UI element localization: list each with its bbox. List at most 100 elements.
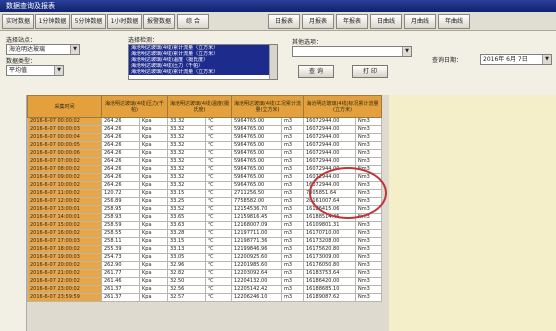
station-select-value: 海沧明达玻璃 — [9, 46, 46, 53]
table-row[interactable]: 2016-6-07 00:00:02 264.26 Kpa 33.32 ℃ 5964765… — [27, 117, 382, 126]
table-cell: 16072944.00 — [303, 149, 356, 158]
table-cell: 264.26 — [101, 141, 140, 150]
table-cell: 261.37 — [101, 293, 140, 302]
chevron-down-icon[interactable]: ▼ — [54, 66, 63, 75]
table-row[interactable]: 2016-6-07 19:00:03 254.73 Kpa 33.05 ℃ 1220092… — [27, 253, 382, 262]
table-row[interactable]: 2016-6-07 23:00:02 261.37 Kpa 32.56 ℃ 1220514… — [27, 285, 382, 294]
chevron-down-icon[interactable]: ▼ — [542, 55, 551, 64]
table-cell: 264.26 — [101, 149, 140, 158]
table-cell: Kpa — [139, 229, 168, 238]
table-cell: ℃ — [205, 237, 232, 246]
table-cell: m3 — [281, 293, 304, 302]
table-cell: 5964765.00 — [231, 133, 282, 142]
table-cell: ℃ — [205, 285, 232, 294]
station-select[interactable]: 海沧明达玻璃 ▼ — [6, 44, 80, 55]
annotation-circle — [309, 167, 387, 219]
table-cell: 32.50 — [167, 277, 206, 286]
tab-monthly-report[interactable]: 月报表 — [302, 14, 334, 29]
table-cell: 5964765.00 — [231, 149, 282, 158]
table-cell: 5964765.00 — [231, 157, 282, 166]
table-row[interactable]: 2016-6-07 16:00:02 258.55 Kpa 33.28 ℃ 1219771… — [27, 229, 382, 238]
table-row[interactable]: 2016-6-07 00:00:04 264.26 Kpa 33.32 ℃ 5964765… — [27, 133, 382, 142]
tab-yearly-report[interactable]: 年报表 — [336, 14, 368, 29]
time-cell: 2016-6-07 23:59:59 — [27, 293, 102, 302]
table-cell: 261.77 — [101, 269, 140, 278]
table-cell: 12168007.09 — [231, 221, 282, 230]
listbox-scrollbar[interactable] — [269, 45, 277, 79]
chevron-down-icon[interactable]: ▼ — [402, 47, 411, 56]
table-cell: 5964765.00 — [231, 173, 282, 182]
table-cell: Kpa — [139, 213, 168, 222]
table-cell: 32.96 — [167, 261, 206, 270]
window-title: 数据查询及报表 — [6, 2, 55, 10]
monitor-listbox[interactable]: 海沧明达玻璃(4线)累计流量（立方米） 海沧明达玻璃(4线)累计流量（立方米） … — [128, 44, 278, 80]
time-cell: 2016-6-07 11:00:02 — [27, 189, 102, 198]
print-button[interactable]: 打 印 — [352, 65, 388, 78]
time-cell: 2016-6-07 21:00:02 — [27, 269, 102, 278]
time-cell: 2016-6-07 22:00:02 — [27, 277, 102, 286]
time-cell: 2016-6-07 08:00:02 — [27, 165, 102, 174]
table-cell: 16183753.64 — [303, 269, 356, 278]
tab-yearly-curve[interactable]: 年曲线 — [438, 14, 470, 29]
time-cell: 2016-6-07 13:00:01 — [27, 205, 102, 214]
tab-1hour[interactable]: 1小时数据 — [107, 14, 142, 29]
table-row[interactable]: 2016-6-07 23:59:59 261.37 Kpa 32.57 ℃ 1220624… — [27, 293, 382, 302]
col-header-standard-flow[interactable]: 海沧明达玻璃(4线)标况累计流量(立方米) — [303, 95, 382, 118]
time-cell: 2016-6-07 18:00:02 — [27, 245, 102, 254]
tab-alarm[interactable]: 报警数据 — [143, 14, 175, 29]
tab-monthly-curve[interactable]: 月曲线 — [404, 14, 436, 29]
col-header-temperature[interactable]: 海沧明达玻璃(4线)温度(摄氏度) — [167, 95, 232, 118]
tab-1min[interactable]: 1分钟数据 — [35, 14, 70, 29]
table-cell: Nm3 — [355, 293, 382, 302]
table-cell: 262.90 — [101, 261, 140, 270]
table-cell: 264.26 — [101, 125, 140, 134]
time-cell: 2016-6-07 19:00:03 — [27, 253, 102, 262]
tab-realtime[interactable]: 实时数据 — [2, 14, 34, 29]
query-button[interactable]: 查 询 — [298, 65, 334, 78]
date-picker[interactable]: 2016年 6月 7日 ▼ — [480, 54, 552, 65]
table-row[interactable]: 2016-6-07 17:00:03 258.11 Kpa 33.15 ℃ 1219877… — [27, 237, 382, 246]
table-row[interactable]: 2016-6-07 00:00:03 264.26 Kpa 33.32 ℃ 5964765… — [27, 125, 382, 134]
table-cell: Kpa — [139, 125, 168, 134]
col-header-time[interactable]: 采集时间 — [27, 95, 102, 118]
table-cell: 33.32 — [167, 149, 206, 158]
col-header-pressure[interactable]: 海沧明达玻璃(4线)压力(千帕) — [101, 95, 168, 118]
list-item[interactable]: 海沧明达玻璃(4线)累计流量（立方米） — [129, 69, 277, 75]
table-row[interactable]: 2016-6-07 18:00:02 255.39 Kpa 33.13 ℃ 1219984… — [27, 245, 382, 254]
tab-summary[interactable]: 综 合 — [177, 14, 209, 29]
table-row[interactable]: 2016-6-07 22:00:02 261.46 Kpa 32.50 ℃ 1220413… — [27, 277, 382, 286]
col-header-working-flow[interactable]: 海沧明达玻璃(4线)工况累计流量(立方米) — [231, 95, 304, 118]
tab-daily-report[interactable]: 日报表 — [268, 14, 300, 29]
tab-5min[interactable]: 5分钟数据 — [71, 14, 106, 29]
table-cell: 33.32 — [167, 173, 206, 182]
table-cell: 16170710.00 — [303, 229, 356, 238]
extra-label: 其他选项： — [292, 39, 323, 46]
time-cell: 2016-6-07 07:00:02 — [27, 157, 102, 166]
table-cell: 33.32 — [167, 157, 206, 166]
table-cell: m3 — [281, 117, 304, 126]
table-cell: m3 — [281, 173, 304, 182]
table-row[interactable]: 2016-6-07 00:00:05 264.26 Kpa 33.32 ℃ 5964765… — [27, 141, 382, 150]
time-cell: 2016-6-07 12:00:02 — [27, 197, 102, 206]
table-cell: 33.63 — [167, 221, 206, 230]
chevron-down-icon[interactable]: ▼ — [70, 45, 79, 54]
table-row[interactable]: 2016-6-07 15:00:02 258.59 Kpa 33.63 ℃ 1216800… — [27, 221, 382, 230]
tab-daily-curve[interactable]: 日曲线 — [370, 14, 402, 29]
type-select[interactable]: 平均值 ▼ — [6, 65, 64, 76]
table-cell: 33.52 — [167, 205, 206, 214]
query-panel: 选择站点： 海沧明达玻璃 ▼ 数据类型： 平均值 ▼ 选择检测： 海沧明达玻璃(… — [0, 31, 556, 86]
table-cell: 32.82 — [167, 269, 206, 278]
table-cell: m3 — [281, 213, 304, 222]
table-cell: m3 — [281, 125, 304, 134]
table-cell: Kpa — [139, 141, 168, 150]
extra-select[interactable]: ▼ — [292, 46, 412, 57]
table-cell: 12159816.45 — [231, 213, 282, 222]
table-cell: 33.28 — [167, 229, 206, 238]
table-row[interactable]: 2016-6-07 00:00:06 264.26 Kpa 33.32 ℃ 5964765… — [27, 149, 382, 158]
table-row[interactable]: 2016-6-07 07:00:02 264.26 Kpa 33.32 ℃ 5964765… — [27, 157, 382, 166]
table-cell: Kpa — [139, 173, 168, 182]
table-cell: m3 — [281, 189, 304, 198]
table-row[interactable]: 2016-6-07 20:00:02 262.90 Kpa 32.96 ℃ 1220198… — [27, 261, 382, 270]
table-cell: ℃ — [205, 269, 232, 278]
table-row[interactable]: 2016-6-07 21:00:02 261.77 Kpa 32.82 ℃ 1220309… — [27, 269, 382, 278]
